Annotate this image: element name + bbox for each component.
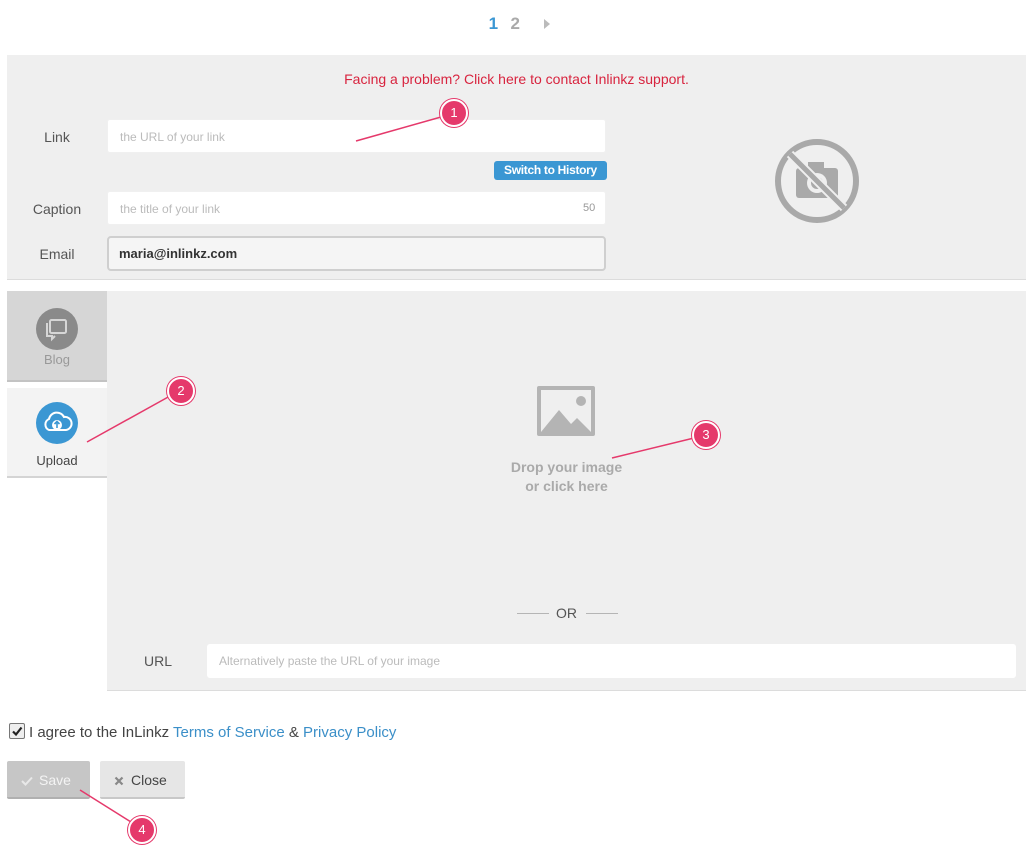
- email-field[interactable]: maria@inlinkz.com: [107, 236, 606, 271]
- or-divider-left: [517, 613, 549, 614]
- link-details-panel: Facing a problem? Click here to contact …: [7, 55, 1026, 280]
- page-1[interactable]: 1: [489, 14, 498, 34]
- close-button[interactable]: Close: [100, 761, 185, 799]
- pagination: 1 2: [0, 14, 1035, 40]
- tab-blog-label: Blog: [43, 352, 71, 367]
- annotation-badge-3: 3: [692, 421, 720, 449]
- email-label: Email: [39, 246, 75, 262]
- terms-of-service-link[interactable]: Terms of Service: [173, 724, 285, 741]
- caption-input[interactable]: the title of your link: [107, 191, 606, 225]
- blog-icon: [36, 308, 78, 350]
- privacy-policy-link[interactable]: Privacy Policy: [303, 724, 396, 741]
- or-text: OR: [556, 605, 577, 621]
- agree-ampersand: &: [284, 724, 304, 741]
- caption-char-counter: 50: [583, 202, 596, 214]
- tab-upload[interactable]: Upload: [7, 388, 107, 478]
- image-placeholder-icon: [537, 386, 595, 436]
- caret-right-icon[interactable]: [544, 19, 551, 29]
- annotation-badge-4: 4: [128, 816, 156, 844]
- url-label: URL: [144, 653, 173, 669]
- link-label: Link: [44, 129, 70, 145]
- switch-to-history-button[interactable]: Switch to History: [494, 161, 607, 180]
- agree-text: I agree to the InLinkz: [29, 724, 173, 741]
- or-divider-right: [586, 613, 618, 614]
- drop-image-text: Drop your image: [510, 459, 623, 475]
- annotation-badge-1: 1: [440, 99, 468, 127]
- tab-blog[interactable]: Blog: [7, 291, 107, 382]
- check-icon: [21, 762, 33, 800]
- page-2[interactable]: 2: [511, 14, 520, 34]
- agree-checkbox[interactable]: [9, 723, 25, 739]
- cloud-upload-icon: [36, 402, 78, 444]
- save-button[interactable]: Save: [7, 761, 90, 799]
- close-label: Close: [131, 772, 167, 788]
- tab-upload-label: Upload: [36, 453, 78, 468]
- caption-placeholder: the title of your link: [120, 202, 221, 216]
- save-label: Save: [39, 772, 71, 788]
- image-url-input[interactable]: Alternatively paste the URL of your imag…: [207, 644, 1016, 678]
- image-upload-dropzone[interactable]: Drop your image or click here OR URL Alt…: [107, 291, 1026, 691]
- support-link[interactable]: Facing a problem? Click here to contact …: [7, 71, 1026, 87]
- annotation-badge-2: 2: [167, 377, 195, 405]
- click-here-text: or click here: [525, 478, 608, 494]
- caption-label: Caption: [32, 201, 82, 217]
- agreement: I agree to the InLinkz Terms of Service …: [9, 723, 396, 743]
- no-camera-icon: [774, 138, 860, 224]
- link-input[interactable]: the URL of your link: [107, 119, 606, 153]
- close-icon: [114, 762, 124, 800]
